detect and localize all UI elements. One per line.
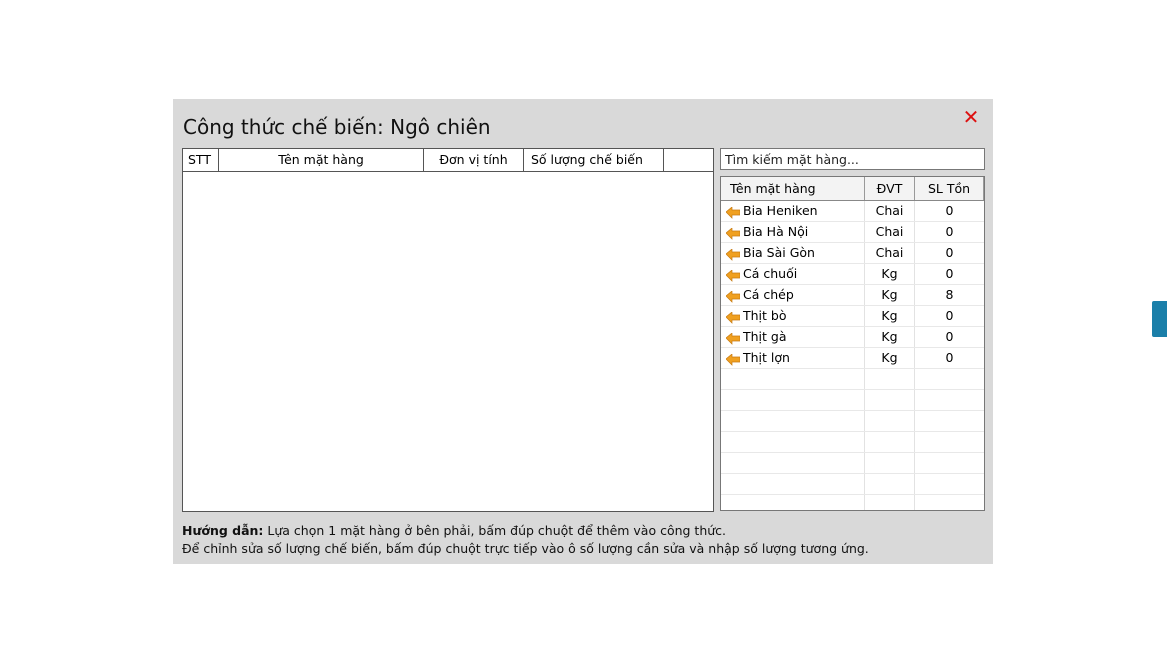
recipe-table-header: STT Tên mặt hàng Đơn vị tính Số lượng ch… — [183, 149, 713, 172]
table-row[interactable]: Bia Sài Gòn Chai 0 — [721, 243, 984, 264]
item-name-cell: Cá chuối — [721, 264, 865, 284]
empty-cell — [915, 495, 984, 510]
item-stock: 0 — [945, 308, 954, 323]
empty-cell — [721, 495, 865, 510]
empty-cell — [915, 432, 984, 452]
item-stock: 0 — [945, 203, 954, 218]
item-table-body: Bia Heniken Chai 0 Bia Hà Nội Chai 0 Bia Sài G… — [721, 201, 984, 510]
empty-cell — [915, 369, 984, 389]
help-line-1: Lựa chọn 1 mặt hàng ở bên phải, bấm đúp … — [263, 523, 727, 538]
item-unit: Chai — [865, 243, 915, 263]
table-row[interactable]: Cá chuối Kg 0 — [721, 264, 984, 285]
search-input[interactable] — [720, 148, 985, 170]
item-stock: 8 — [945, 287, 954, 302]
dialog-title: Công thức chế biến: Ngô chiên — [183, 115, 491, 139]
column-header-unit[interactable]: ĐVT — [865, 177, 915, 200]
item-unit: Kg — [865, 348, 915, 368]
item-name-cell: Bia Heniken — [721, 201, 865, 221]
table-row[interactable]: Bia Heniken Chai 0 — [721, 201, 984, 222]
help-line-2: Để chỉnh sửa số lượng chế biến, bấm đúp … — [182, 541, 869, 556]
item-name: Bia Sài Gòn — [743, 245, 815, 260]
empty-cell — [865, 495, 915, 510]
table-row[interactable]: Cá chép Kg 8 — [721, 285, 984, 306]
item-name: Cá chép — [743, 287, 794, 302]
empty-cell — [865, 411, 915, 431]
arrow-left-icon — [725, 331, 741, 345]
item-unit: Kg — [865, 285, 915, 305]
table-row[interactable]: Thịt lợn Kg 0 — [721, 348, 984, 369]
item-name-cell: Cá chép — [721, 285, 865, 305]
item-name: Cá chuối — [743, 266, 798, 281]
empty-row — [721, 432, 984, 453]
empty-cell — [915, 411, 984, 431]
help-text: Hướng dẫn: Lựa chọn 1 mặt hàng ở bên phả… — [182, 522, 869, 558]
table-row[interactable]: Thịt gà Kg 0 — [721, 327, 984, 348]
empty-row — [721, 369, 984, 390]
empty-cell — [721, 369, 865, 389]
empty-cell — [865, 453, 915, 473]
empty-cell — [865, 390, 915, 410]
side-panel-tab[interactable] — [1152, 301, 1167, 337]
item-table-header: Tên mặt hàng ĐVT SL Tồn — [721, 177, 984, 201]
help-label: Hướng dẫn: — [182, 523, 264, 538]
empty-cell — [721, 390, 865, 410]
item-unit: Kg — [865, 306, 915, 326]
empty-cell — [721, 432, 865, 452]
item-name-cell: Bia Sài Gòn — [721, 243, 865, 263]
recipe-table[interactable]: STT Tên mặt hàng Đơn vị tính Số lượng ch… — [182, 148, 714, 512]
empty-cell — [721, 453, 865, 473]
arrow-left-icon — [725, 247, 741, 261]
empty-cell — [865, 474, 915, 494]
item-stock: 0 — [945, 266, 954, 281]
column-header-item-name[interactable]: Tên mặt hàng — [219, 149, 424, 171]
column-header-stock[interactable]: SL Tồn — [915, 177, 984, 200]
item-table[interactable]: Tên mặt hàng ĐVT SL Tồn Bia Heniken Chai 0… — [720, 176, 985, 511]
empty-cell — [915, 390, 984, 410]
column-header-item-name[interactable]: Tên mặt hàng — [721, 177, 865, 200]
empty-row — [721, 495, 984, 510]
arrow-left-icon — [725, 226, 741, 240]
column-header-quantity[interactable]: Số lượng chế biến — [524, 149, 664, 171]
arrow-left-icon — [725, 205, 741, 219]
arrow-left-icon — [725, 352, 741, 366]
arrow-left-icon — [725, 289, 741, 303]
item-name: Thịt bò — [743, 308, 787, 323]
empty-row — [721, 390, 984, 411]
item-name: Thịt lợn — [743, 350, 790, 365]
column-header-stt[interactable]: STT — [183, 149, 219, 171]
item-name-cell: Thịt gà — [721, 327, 865, 347]
item-stock: 0 — [945, 224, 954, 239]
empty-cell — [721, 411, 865, 431]
arrow-left-icon — [725, 310, 741, 324]
item-name-cell: Bia Hà Nội — [721, 222, 865, 242]
table-row[interactable]: Thịt bò Kg 0 — [721, 306, 984, 327]
empty-row — [721, 474, 984, 495]
empty-cell — [865, 369, 915, 389]
table-row[interactable]: Bia Hà Nội Chai 0 — [721, 222, 984, 243]
item-unit: Chai — [865, 201, 915, 221]
empty-cell — [721, 474, 865, 494]
item-unit: Kg — [865, 264, 915, 284]
recipe-dialog: Công thức chế biến: Ngô chiên ✕ STT Tên … — [173, 99, 993, 564]
item-name: Thịt gà — [743, 329, 787, 344]
item-name-cell: Thịt lợn — [721, 348, 865, 368]
column-header-unit[interactable]: Đơn vị tính — [424, 149, 524, 171]
empty-row — [721, 453, 984, 474]
item-name: Bia Hà Nội — [743, 224, 809, 239]
empty-row — [721, 411, 984, 432]
item-stock: 0 — [945, 350, 954, 365]
item-name-cell: Thịt bò — [721, 306, 865, 326]
empty-cell — [915, 453, 984, 473]
item-unit: Kg — [865, 327, 915, 347]
item-stock: 0 — [945, 245, 954, 260]
column-header-extra — [664, 149, 713, 171]
empty-cell — [865, 432, 915, 452]
empty-cell — [915, 474, 984, 494]
close-icon[interactable]: ✕ — [961, 107, 981, 127]
arrow-left-icon — [725, 268, 741, 282]
item-stock: 0 — [945, 329, 954, 344]
item-name: Bia Heniken — [743, 203, 818, 218]
item-unit: Chai — [865, 222, 915, 242]
